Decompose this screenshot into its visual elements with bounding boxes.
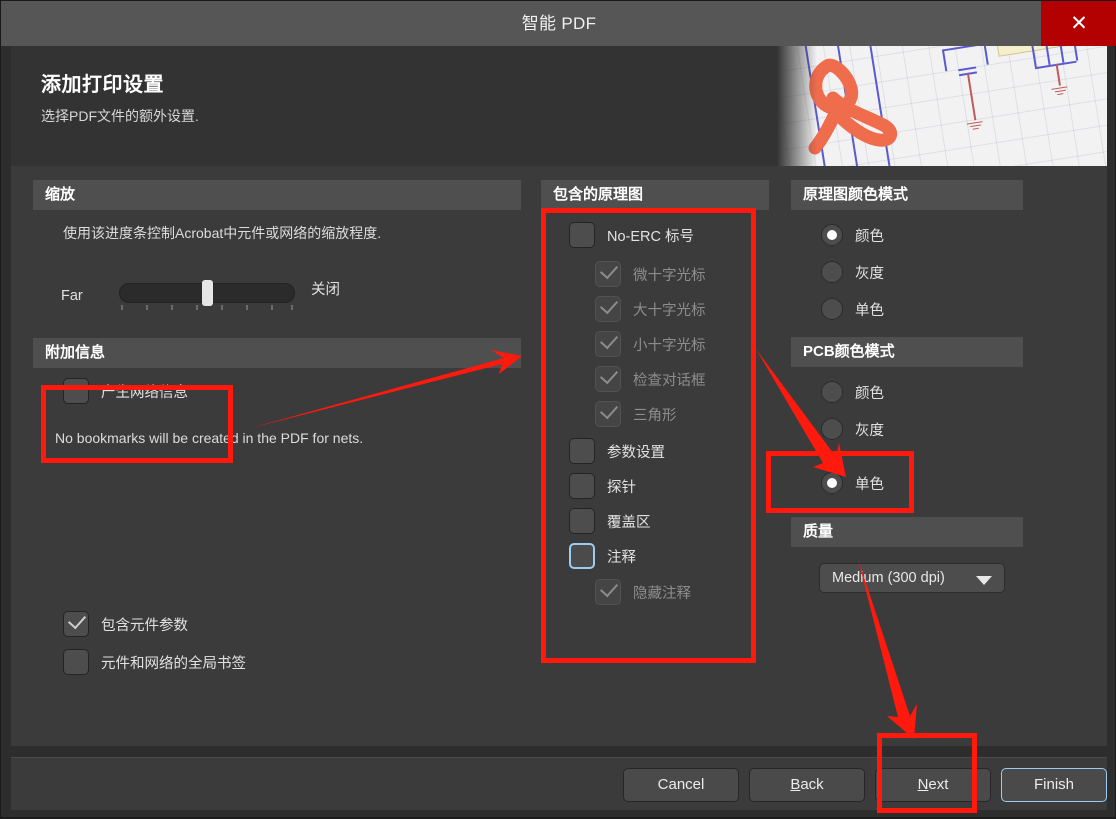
zoom-slider-ticks xyxy=(119,305,295,311)
cancel-button[interactable]: Cancel xyxy=(623,768,739,802)
param-settings-checkbox[interactable] xyxy=(569,438,595,464)
schematic-item-probe[interactable]: 探针 xyxy=(569,473,636,499)
global-bookmarks-checkbox[interactable] xyxy=(63,649,89,675)
slider-min-label: Far xyxy=(61,288,83,304)
section-header-additional-info: 附加信息 xyxy=(33,338,521,368)
schematic-item-micro-crosshair: 微十字光标 xyxy=(595,260,706,287)
schematic-item-param-settings[interactable]: 参数设置 xyxy=(569,438,665,464)
banner-gradient-overlay xyxy=(777,46,817,166)
schematic-item-coverage[interactable]: 覆盖区 xyxy=(569,508,651,534)
annotation-checkbox[interactable] xyxy=(569,543,595,569)
check-dialog-checkbox xyxy=(595,365,621,392)
global-bookmarks-label: 元件和网络的全局书签 xyxy=(101,655,246,672)
global-bookmarks-row[interactable]: 元件和网络的全局书签 xyxy=(63,649,246,675)
schematic-item-label: 参数设置 xyxy=(607,444,665,461)
include-component-params-checkbox[interactable] xyxy=(63,610,89,637)
large-crosshair-checkbox xyxy=(595,295,621,322)
dialog-footer: Cancel Back Next Finish xyxy=(11,757,1107,810)
section-header-schematic-color-mode: 原理图颜色模式 xyxy=(791,180,1023,210)
schematic-item-check-dialog: 检查对话框 xyxy=(595,365,706,392)
generate-nets-checkbox[interactable] xyxy=(63,378,89,404)
schematic-item-label: 隐藏注释 xyxy=(633,585,691,602)
schematic-item-label: 三角形 xyxy=(633,407,677,424)
generate-nets-row[interactable]: 产生网络信息 xyxy=(63,378,188,404)
pcb-color-option-label: 灰度 xyxy=(855,422,884,439)
include-component-params-row[interactable]: 包含元件参数 xyxy=(63,610,188,637)
wizard-banner: 添加打印设置 选择PDF文件的额外设置. xyxy=(11,46,1107,166)
sch-color-radio-grayscale[interactable] xyxy=(821,261,843,283)
schematic-item-label: No-ERC 标号 xyxy=(607,228,695,245)
no-erc-checkbox[interactable] xyxy=(569,222,595,248)
next-button-mnemonic: N xyxy=(917,776,929,793)
schematic-item-label: 注释 xyxy=(607,549,636,566)
probe-checkbox[interactable] xyxy=(569,473,595,499)
next-button[interactable]: Next xyxy=(875,768,991,802)
pcb-color-radio-color[interactable] xyxy=(821,381,843,403)
quality-dropdown-value: Medium (300 dpi) xyxy=(832,570,945,586)
hidden-annotation-checkbox xyxy=(595,578,621,605)
pcb-color-option-label: 颜色 xyxy=(855,385,884,402)
sch-color-radio-color[interactable] xyxy=(821,224,843,246)
next-button-label: ext xyxy=(928,776,949,793)
schematic-item-label: 小十字光标 xyxy=(633,337,706,354)
close-icon[interactable]: ✕ xyxy=(1041,1,1116,46)
schematic-item-large-crosshair: 大十字光标 xyxy=(595,295,706,322)
pcb-color-option-monochrome[interactable]: 单色 xyxy=(821,472,884,494)
finish-button[interactable]: Finish xyxy=(1001,768,1107,802)
slider-max-label: 关闭 xyxy=(311,282,340,298)
chevron-down-icon xyxy=(976,576,992,585)
zoom-slider-thumb[interactable] xyxy=(202,280,213,306)
micro-crosshair-checkbox xyxy=(595,260,621,287)
small-crosshair-checkbox xyxy=(595,330,621,357)
sch-color-option-monochrome[interactable]: 单色 xyxy=(821,298,884,320)
schematic-item-hidden-annotation: 隐藏注释 xyxy=(595,578,691,605)
include-component-params-label: 包含元件参数 xyxy=(101,617,188,634)
sch-color-option-label: 单色 xyxy=(855,302,884,319)
schematic-item-label: 检查对话框 xyxy=(633,372,706,389)
sch-color-option-color[interactable]: 颜色 xyxy=(821,224,884,246)
title-bar: 智能 PDF ✕ xyxy=(1,1,1116,46)
pcb-color-radio-grayscale[interactable] xyxy=(821,418,843,440)
triangle-checkbox xyxy=(595,400,621,427)
banner-artwork-schematic xyxy=(777,46,1107,166)
pcb-color-option-color[interactable]: 颜色 xyxy=(821,381,884,403)
zoom-description: 使用该进度条控制Acrobat中元件或网络的缩放程度. xyxy=(63,225,382,241)
page-subtitle: 选择PDF文件的额外设置. xyxy=(41,108,199,124)
back-button-mnemonic: B xyxy=(790,776,801,793)
schematic-item-label: 大十字光标 xyxy=(633,302,706,319)
page-title: 添加打印设置 xyxy=(41,74,164,96)
sch-color-radio-monochrome[interactable] xyxy=(821,298,843,320)
schematic-item-label: 微十字光标 xyxy=(633,267,706,284)
sch-color-option-label: 颜色 xyxy=(855,228,884,245)
sch-color-option-grayscale[interactable]: 灰度 xyxy=(821,261,884,283)
pcb-color-option-grayscale[interactable]: 灰度 xyxy=(821,418,884,440)
generate-nets-label: 产生网络信息 xyxy=(101,384,188,401)
schematic-item-no-erc[interactable]: No-ERC 标号 xyxy=(569,222,694,248)
section-header-included-schematic: 包含的原理图 xyxy=(541,180,769,210)
back-button-label: ack xyxy=(800,776,824,793)
back-button[interactable]: Back xyxy=(749,768,865,802)
schematic-item-triangle: 三角形 xyxy=(595,400,677,427)
coverage-checkbox[interactable] xyxy=(569,508,595,534)
pcb-color-option-label: 单色 xyxy=(855,476,884,493)
smart-pdf-dialog: 智能 PDF ✕ 添加打印设置 选择PDF文件的额外设置. 缩放 使用该进度条控… xyxy=(0,0,1116,818)
sch-color-option-label: 灰度 xyxy=(855,265,884,282)
schematic-item-label: 覆盖区 xyxy=(607,514,651,531)
schematic-item-label: 探针 xyxy=(607,479,636,496)
dialog-content: 缩放 使用该进度条控制Acrobat中元件或网络的缩放程度. Far 关闭 附加… xyxy=(11,166,1107,746)
section-header-quality: 质量 xyxy=(791,517,1023,547)
nets-bookmark-hint: No bookmarks will be created in the PDF … xyxy=(55,430,364,446)
section-header-zoom: 缩放 xyxy=(33,180,521,210)
schematic-item-small-crosshair: 小十字光标 xyxy=(595,330,706,357)
schematic-item-annotation[interactable]: 注释 xyxy=(569,543,636,569)
pcb-color-radio-monochrome[interactable] xyxy=(821,472,843,494)
quality-dropdown[interactable]: Medium (300 dpi) xyxy=(819,563,1005,593)
window-title: 智能 PDF xyxy=(521,14,597,33)
section-header-pcb-color-mode: PCB颜色模式 xyxy=(791,337,1023,367)
